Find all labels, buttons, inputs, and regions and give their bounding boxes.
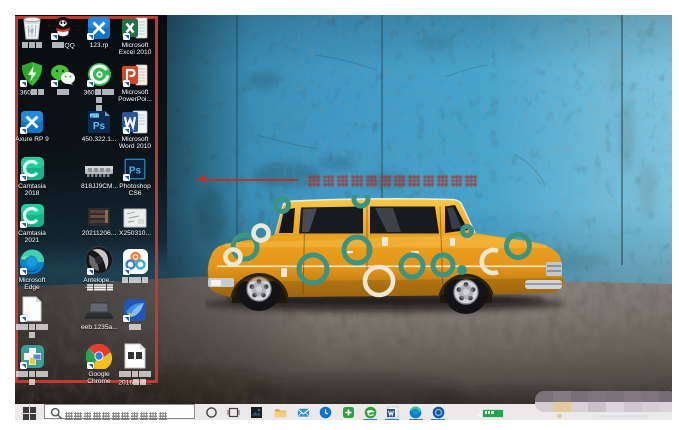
svg-text:Ps: Ps <box>93 121 106 132</box>
svg-text:Ps: Ps <box>129 166 142 177</box>
svg-text:PSD: PSD <box>90 113 100 118</box>
